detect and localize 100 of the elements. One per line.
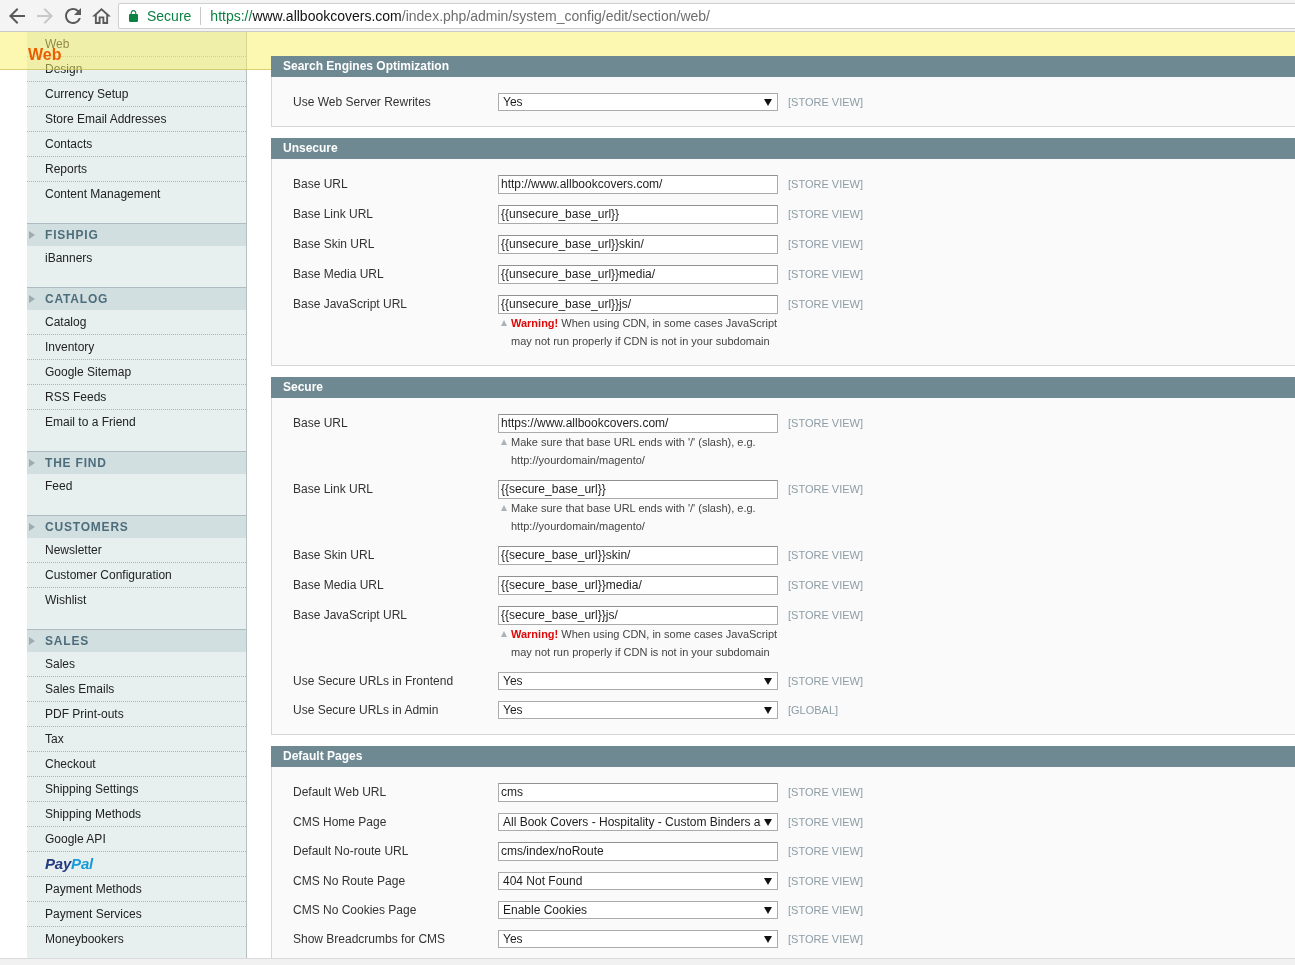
text-field[interactable]: {{secure_base_url}} <box>498 480 778 499</box>
text-field[interactable]: {{unsecure_base_url}}js/ <box>498 295 778 314</box>
caret-down-icon <box>764 877 772 885</box>
url-text: https://www.allbookcovers.com/index.php/admin/system_config/edit/section/web/ <box>210 7 710 24</box>
sidebar-item[interactable]: Catalog <box>45 315 87 329</box>
field-label: Show Breadcrumbs for CMS <box>293 931 447 948</box>
sidebar-group-title: THE FIND <box>45 456 107 470</box>
field-label: Use Web Server Rewrites <box>293 94 432 111</box>
scope-label: [STORE VIEW] <box>788 578 863 593</box>
dropdown[interactable]: Yes <box>498 701 778 719</box>
text-field[interactable]: https://www.allbookcovers.com/ <box>498 414 778 433</box>
sidebar-item[interactable]: Email to a Friend <box>45 415 136 429</box>
field-label: Base JavaScript URL <box>293 296 409 313</box>
warning-note: Warning! When using CDN, in some cases JavaScript may not run properly if CDN is not in your subdomain <box>511 627 779 660</box>
triangle-up-icon <box>501 439 507 445</box>
security-label[interactable]: Secure <box>147 7 192 24</box>
sidebar-group-title: CUSTOMERS <box>45 520 129 534</box>
field-label: Use Secure URLs in Admin <box>293 702 440 719</box>
address-bar[interactable]: Secure https://www.allbookcovers.com/index.php/admin/system_config/edit/section/web/ <box>118 2 1295 29</box>
dropdown[interactable]: Yes <box>498 930 778 948</box>
text-field[interactable]: cms <box>498 783 778 802</box>
warning-note: Warning! When using CDN, in some cases JavaScript may not run properly if CDN is not in your subdomain <box>511 316 779 349</box>
scope-label: [STORE VIEW] <box>788 482 863 497</box>
sidebar-group-title: CATALOG <box>45 292 109 306</box>
scope-label: [STORE VIEW] <box>788 844 863 859</box>
sidebar-item[interactable]: Google API <box>45 832 106 846</box>
dropdown[interactable]: Enable Cookies <box>498 901 778 919</box>
sidebar-item[interactable]: RSS Feeds <box>45 390 107 404</box>
sidebar-item[interactable]: Payment Services <box>45 907 142 921</box>
text-field[interactable]: cms/index/noRoute <box>498 842 778 861</box>
field-label: Base JavaScript URL <box>293 607 409 624</box>
dropdown[interactable]: All Book Covers - Hospitality - Custom Binders a <box>498 813 778 831</box>
section-header[interactable]: Default Pages <box>271 746 1295 767</box>
triangle-up-icon <box>501 631 507 637</box>
text-field[interactable]: {{secure_base_url}}media/ <box>498 576 778 595</box>
dropdown[interactable]: 404 Not Found <box>498 872 778 890</box>
scope-label: [STORE VIEW] <box>788 416 863 431</box>
caret-down-icon <box>764 677 772 685</box>
field-label: Default No-route URL <box>293 843 410 860</box>
scope-label: [GLOBAL] <box>788 703 839 718</box>
scope-label: [STORE VIEW] <box>788 932 863 947</box>
triangle-icon <box>29 231 35 239</box>
scope-label: [STORE VIEW] <box>788 785 863 800</box>
sidebar-item[interactable]: Wishlist <box>45 593 87 607</box>
scope-label: [STORE VIEW] <box>788 548 863 563</box>
field-note: Make sure that base URL ends with '/' (slash), e.g. http://yourdomain/magento/ <box>511 501 757 534</box>
sidebar-item[interactable]: Payment Methods <box>45 882 142 896</box>
section-header[interactable]: Secure <box>271 377 1295 398</box>
sidebar-item[interactable]: Reports <box>45 162 88 176</box>
sidebar-item[interactable]: Store Email Addresses <box>45 112 167 126</box>
sidebar-item[interactable]: PDF Print-outs <box>45 707 124 721</box>
sidebar-group-title: SALES <box>45 634 89 648</box>
sidebar-item[interactable]: Inventory <box>45 340 95 354</box>
scope-label: [STORE VIEW] <box>788 874 863 889</box>
text-field[interactable]: http://www.allbookcovers.com/ <box>498 175 778 194</box>
text-field[interactable]: {{unsecure_base_url}} <box>498 205 778 224</box>
sidebar-item[interactable]: iBanners <box>45 251 93 265</box>
sidebar-item[interactable]: Google Sitemap <box>45 365 132 379</box>
field-label: Base Link URL <box>293 481 375 498</box>
sidebar-item[interactable]: Feed <box>45 479 73 493</box>
scope-label: [STORE VIEW] <box>788 608 863 623</box>
scope-label: [STORE VIEW] <box>788 267 863 282</box>
scope-label: [STORE VIEW] <box>788 674 863 689</box>
sidebar-item[interactable]: Content Management <box>45 187 161 201</box>
lock-icon <box>129 9 138 22</box>
sidebar-item[interactable]: Sales Emails <box>45 682 115 696</box>
sidebar-group-title: FISHPIG <box>45 228 99 242</box>
sidebar-item[interactable]: Customer Configuration <box>45 568 172 582</box>
text-field[interactable]: {{unsecure_base_url}}skin/ <box>498 235 778 254</box>
sidebar-item[interactable]: Contacts <box>45 137 93 151</box>
scope-label: [STORE VIEW] <box>788 903 863 918</box>
scope-label: [STORE VIEW] <box>788 815 863 830</box>
sidebar-item[interactable]: Newsletter <box>45 543 102 557</box>
triangle-icon <box>29 523 35 531</box>
text-field[interactable]: {{secure_base_url}}js/ <box>498 606 778 625</box>
scope-label: [STORE VIEW] <box>788 177 863 192</box>
sidebar-item[interactable]: Checkout <box>45 757 96 771</box>
sidebar-item[interactable]: Shipping Methods <box>45 807 142 821</box>
sidebar-logo-link[interactable]: PayPal <box>45 855 93 872</box>
section-header[interactable]: Unsecure <box>271 138 1295 159</box>
scope-label: [STORE VIEW] <box>788 237 863 252</box>
sidebar-item[interactable]: Currency Setup <box>45 87 129 101</box>
dropdown[interactable]: Yes <box>498 93 778 111</box>
text-field[interactable]: {{unsecure_base_url}}media/ <box>498 265 778 284</box>
caret-down-icon <box>764 818 772 826</box>
sidebar-item[interactable]: Tax <box>45 732 64 746</box>
dropdown[interactable]: Yes <box>498 672 778 690</box>
sidebar-item[interactable]: Moneybookers <box>45 932 124 946</box>
section-header[interactable]: Search Engines Optimization <box>271 56 1295 77</box>
field-label: CMS Home Page <box>293 814 388 831</box>
field-label: Base URL <box>293 415 349 432</box>
caret-down-icon <box>764 98 772 106</box>
field-label: Use Secure URLs in Frontend <box>293 673 455 690</box>
field-label: CMS No Cookies Page <box>293 902 418 919</box>
sidebar-item[interactable]: Sales <box>45 657 76 671</box>
triangle-up-icon <box>501 505 507 511</box>
text-field[interactable]: {{secure_base_url}}skin/ <box>498 546 778 565</box>
sidebar-item[interactable]: Shipping Settings <box>45 782 139 796</box>
triangle-icon <box>29 459 35 467</box>
scope-label: [STORE VIEW] <box>788 95 863 110</box>
